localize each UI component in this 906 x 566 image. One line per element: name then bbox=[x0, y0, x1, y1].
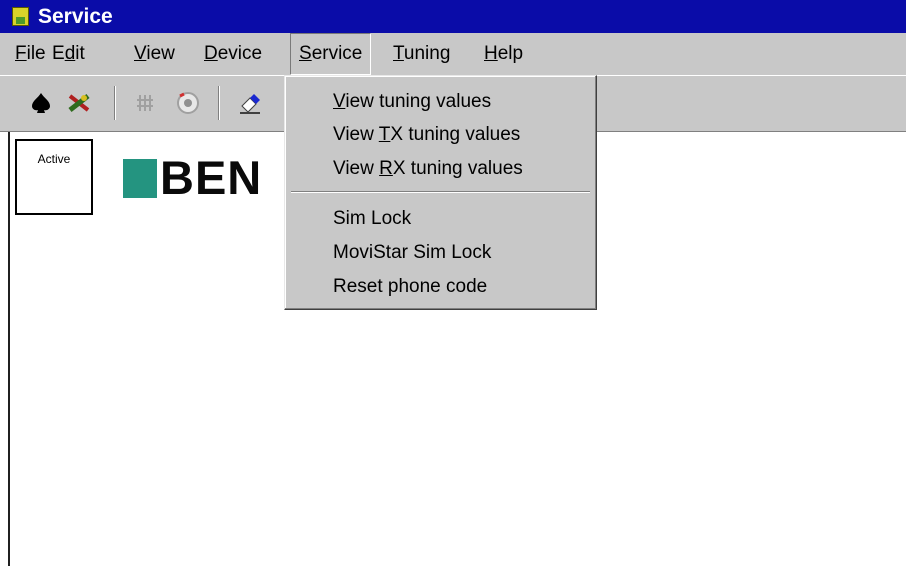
app-icon bbox=[12, 7, 29, 26]
toolbar-separator bbox=[218, 86, 220, 120]
menu-item-view-rx-tuning-values[interactable]: View RX tuning values bbox=[333, 154, 523, 184]
menu-device[interactable]: Device bbox=[204, 33, 262, 75]
window-left-edge bbox=[8, 132, 10, 566]
logo-text: BEN bbox=[160, 151, 263, 204]
menu-separator bbox=[291, 191, 590, 193]
menu-bar: File Edit View Device Service Tuning Hel… bbox=[0, 33, 906, 75]
menu-view[interactable]: View bbox=[134, 33, 175, 75]
menu-help[interactable]: Help bbox=[484, 33, 523, 75]
status-box: Active bbox=[15, 139, 93, 215]
service-dropdown: View tuning values View TX tuning values… bbox=[284, 75, 597, 310]
menu-item-reset-phone-code[interactable]: Reset phone code bbox=[333, 272, 487, 302]
menu-service[interactable]: Service bbox=[290, 33, 372, 75]
circle-target-icon[interactable] bbox=[173, 88, 203, 118]
menu-item-view-tx-tuning-values[interactable]: View TX tuning values bbox=[333, 120, 520, 150]
menu-item-view-tuning-values[interactable]: View tuning values bbox=[333, 87, 491, 117]
plug-cross-icon[interactable] bbox=[64, 88, 94, 118]
title-bar: Service bbox=[0, 0, 906, 33]
toolbar-separator bbox=[114, 86, 116, 120]
status-label: Active bbox=[37, 152, 71, 166]
menu-item-sim-lock[interactable]: Sim Lock bbox=[333, 204, 411, 234]
menu-edit[interactable]: Edit bbox=[52, 33, 85, 75]
window-title: Service bbox=[38, 4, 113, 28]
eraser-icon[interactable] bbox=[235, 88, 265, 118]
menu-file[interactable]: File bbox=[15, 33, 46, 75]
spade-icon[interactable] bbox=[26, 88, 56, 118]
logo-square bbox=[123, 159, 157, 198]
grid-icon[interactable] bbox=[130, 88, 160, 118]
menu-item-movistar-sim-lock[interactable]: MoviStar Sim Lock bbox=[333, 238, 491, 268]
menu-tuning[interactable]: Tuning bbox=[393, 33, 450, 75]
